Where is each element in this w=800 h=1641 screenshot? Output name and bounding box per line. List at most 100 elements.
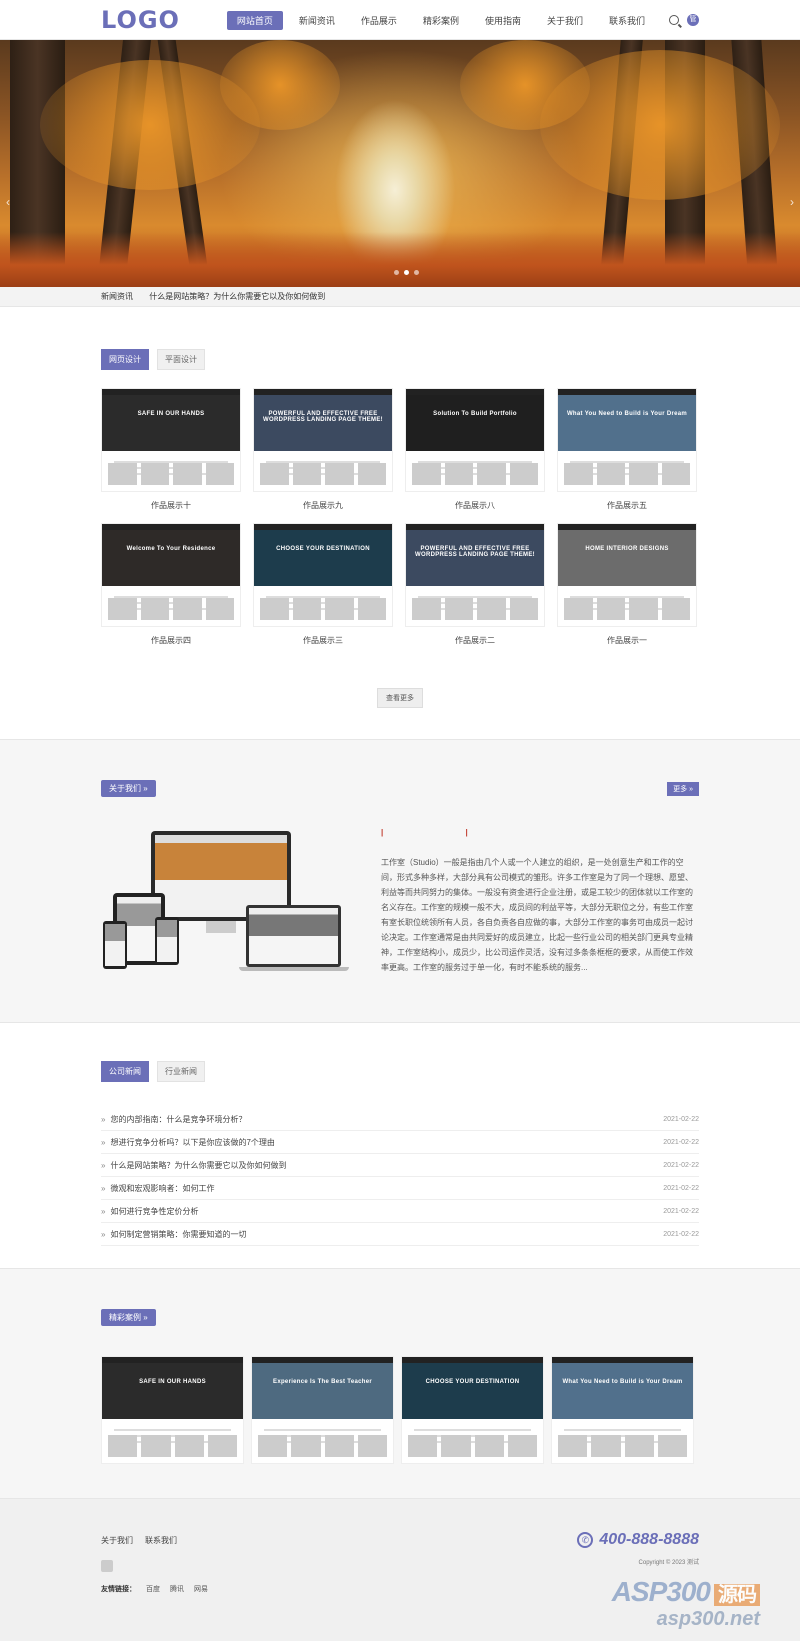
thumbnail-image[interactable]: SAFE IN OUR HANDS	[101, 388, 241, 492]
work-card[interactable]: HOME INTERIOR DESIGNS 作品展示一	[557, 523, 697, 646]
about-more-button[interactable]: 更多 »	[667, 782, 699, 796]
work-card[interactable]: POWERFUL AND EFFECTIVE FREE WORDPRESS LA…	[405, 523, 545, 646]
nav-item-3[interactable]: 精彩案例	[413, 11, 469, 30]
work-card-title[interactable]: 作品展示八	[405, 500, 545, 511]
news-date: 2021-02-22	[663, 1208, 699, 1215]
news-list-item[interactable]: 如何进行竞争性定价分析 2021-02-22	[101, 1200, 699, 1223]
friend-link-netease[interactable]: 网易	[194, 1584, 208, 1594]
work-card[interactable]: Solution To Build Portfolio 作品展示八	[405, 388, 545, 511]
devices-illustration	[101, 825, 361, 985]
thumbnail-image[interactable]: Welcome To Your Residence	[101, 523, 241, 627]
thumbnail-caption: CHOOSE YOUR DESTINATION	[276, 546, 370, 552]
news-date: 2021-02-22	[663, 1139, 699, 1146]
work-card-title[interactable]: 作品展示五	[557, 500, 697, 511]
thumbnail-caption: POWERFUL AND EFFECTIVE FREE WORDPRESS LA…	[415, 546, 535, 558]
tab-graphic-design[interactable]: 平面设计	[157, 349, 205, 370]
case-card[interactable]: SAFE IN OUR HANDS	[101, 1356, 244, 1464]
about-text-block: | | 工作室（Studio）一般是指由几个人或一个人建立的组织，是一处创意生产…	[361, 825, 699, 985]
search-icon[interactable]	[669, 15, 679, 25]
view-more-button[interactable]: 查看更多	[377, 688, 423, 708]
nav-item-6[interactable]: 联系我们	[599, 11, 655, 30]
hotline-number: 400-888-8888	[599, 1531, 699, 1548]
nav-item-2[interactable]: 作品展示	[351, 11, 407, 30]
work-card-title[interactable]: 作品展示十	[101, 500, 241, 511]
tab-company-news[interactable]: 公司新闻	[101, 1061, 149, 1082]
friend-link-baidu[interactable]: 百度	[146, 1584, 160, 1594]
works-tabs: 网页设计 平面设计	[101, 349, 699, 370]
site-logo[interactable]: LOGO	[101, 6, 180, 34]
case-card[interactable]: Experience Is The Best Teacher	[251, 1356, 394, 1464]
thumbnail-caption: SAFE IN OUR HANDS	[139, 1379, 206, 1385]
wechat-icon[interactable]	[101, 1560, 113, 1572]
work-card[interactable]: Welcome To Your Residence 作品展示四	[101, 523, 241, 646]
hotline: ✆ 400-888-8888	[577, 1531, 699, 1549]
user-icon[interactable]: 管	[687, 14, 699, 26]
news-title[interactable]: 什么是网站策略？为什么你需要它以及你如何做到	[101, 1154, 286, 1176]
news-list: 您的内部指南：什么是竞争环境分析？2021-02-22想进行竞争分析吗？以下是你…	[101, 1108, 699, 1246]
thumbnail-caption: What You Need to Build is Your Dream	[562, 1379, 683, 1385]
work-card[interactable]: SAFE IN OUR HANDS 作品展示十	[101, 388, 241, 511]
work-card-title[interactable]: 作品展示九	[253, 500, 393, 511]
news-list-item[interactable]: 微观和宏观影响者：如何工作 2021-02-22	[101, 1177, 699, 1200]
thumbnail-image[interactable]: HOME INTERIOR DESIGNS	[557, 523, 697, 627]
thumbnail-caption: Solution To Build Portfolio	[433, 411, 517, 417]
news-date: 2021-02-22	[663, 1185, 699, 1192]
news-title[interactable]: 想进行竞争分析吗？以下是你应该做的7个理由	[101, 1131, 274, 1153]
news-title[interactable]: 微观和宏观影响者：如何工作	[101, 1177, 214, 1199]
work-card[interactable]: POWERFUL AND EFFECTIVE FREE WORDPRESS LA…	[253, 388, 393, 511]
work-card-title[interactable]: 作品展示四	[101, 635, 241, 646]
copyright-text: Copyright © 2023 测试	[638, 1560, 699, 1566]
thumbnail-image[interactable]: CHOOSE YOUR DESTINATION	[253, 523, 393, 627]
about-title[interactable]: 关于我们 »	[101, 780, 156, 797]
thumbnail-caption: POWERFUL AND EFFECTIVE FREE WORDPRESS LA…	[263, 411, 383, 423]
work-card-title[interactable]: 作品展示一	[557, 635, 697, 646]
about-heading-mark: | |	[381, 828, 508, 837]
slide-dot[interactable]	[414, 270, 419, 275]
news-title[interactable]: 如何制定营销策略：你需要知道的一切	[101, 1223, 246, 1245]
thumbnail-caption: CHOOSE YOUR DESTINATION	[425, 1379, 520, 1385]
news-title[interactable]: 您的内部指南：什么是竞争环境分析？	[101, 1108, 246, 1130]
tab-web-design[interactable]: 网页设计	[101, 349, 149, 370]
cases-title[interactable]: 精彩案例 »	[101, 1309, 156, 1326]
footer-link-contact[interactable]: 联系我们	[145, 1535, 177, 1546]
tab-industry-news[interactable]: 行业新闻	[157, 1061, 205, 1082]
thumbnail-image[interactable]: POWERFUL AND EFFECTIVE FREE WORDPRESS LA…	[405, 523, 545, 627]
friend-links-label: 友情链接：	[101, 1586, 136, 1593]
work-card[interactable]: CHOOSE YOUR DESTINATION 作品展示三	[253, 523, 393, 646]
work-card-title[interactable]: 作品展示二	[405, 635, 545, 646]
nav-item-0[interactable]: 网站首页	[226, 10, 283, 30]
work-card-title[interactable]: 作品展示三	[253, 635, 393, 646]
case-card[interactable]: What You Need to Build is Your Dream	[551, 1356, 694, 1464]
thumbnail-caption: Welcome To Your Residence	[126, 546, 216, 552]
news-title[interactable]: 如何进行竞争性定价分析	[101, 1200, 198, 1222]
thumbnail-image[interactable]: What You Need to Build is Your Dream	[557, 388, 697, 492]
slide-dot[interactable]	[404, 270, 409, 275]
ticker-link[interactable]: 什么是网站策略？为什么你需要它以及你如何做到	[149, 292, 325, 301]
cases-section: 精彩案例 » SAFE IN OUR HANDS Experience Is Th…	[0, 1269, 800, 1499]
slide-dot[interactable]	[394, 270, 399, 275]
thumbnail-caption: SAFE IN OUR HANDS	[137, 411, 205, 417]
thumbnail-image[interactable]: Solution To Build Portfolio	[405, 388, 545, 492]
thumbnail-image[interactable]: POWERFUL AND EFFECTIVE FREE WORDPRESS LA…	[253, 388, 393, 492]
footer-link-about[interactable]: 关于我们	[101, 1535, 133, 1546]
prev-slide-arrow-icon[interactable]: ‹	[6, 195, 10, 209]
news-ticker: 新闻资讯 什么是网站策略？为什么你需要它以及你如何做到	[0, 287, 800, 307]
next-slide-arrow-icon[interactable]: ›	[790, 195, 794, 209]
news-list-item[interactable]: 如何制定营销策略：你需要知道的一切 2021-02-22	[101, 1223, 699, 1246]
news-list-item[interactable]: 想进行竞争分析吗？以下是你应该做的7个理由 2021-02-22	[101, 1131, 699, 1154]
nav-item-4[interactable]: 使用指南	[475, 11, 531, 30]
news-date: 2021-02-22	[663, 1231, 699, 1238]
works-grid: SAFE IN OUR HANDS 作品展示十 POWERFUL AND EFFEC…	[101, 388, 699, 646]
site-header: LOGO 网站首页 新闻资讯 作品展示 精彩案例 使用指南 关于我们 联系我们 管	[0, 0, 800, 40]
about-section: 关于我们 » 更多 » | | 工作室（Studio）一般是指由几个人或一个人建…	[0, 739, 800, 1023]
nav-item-1[interactable]: 新闻资讯	[289, 11, 345, 30]
work-card[interactable]: What You Need to Build is Your Dream 作品展示…	[557, 388, 697, 511]
friend-link-tencent[interactable]: 腾讯	[170, 1584, 184, 1594]
nav-item-5[interactable]: 关于我们	[537, 11, 593, 30]
news-list-item[interactable]: 什么是网站策略？为什么你需要它以及你如何做到 2021-02-22	[101, 1154, 699, 1177]
news-section: 公司新闻 行业新闻 您的内部指南：什么是竞争环境分析？2021-02-22想进行…	[0, 1023, 800, 1269]
news-list-item[interactable]: 您的内部指南：什么是竞争环境分析？ 2021-02-22	[101, 1108, 699, 1131]
case-card[interactable]: CHOOSE YOUR DESTINATION	[401, 1356, 544, 1464]
news-date: 2021-02-22	[663, 1162, 699, 1169]
watermark-logo: ASP300 源码 asp300.net	[611, 1576, 760, 1630]
